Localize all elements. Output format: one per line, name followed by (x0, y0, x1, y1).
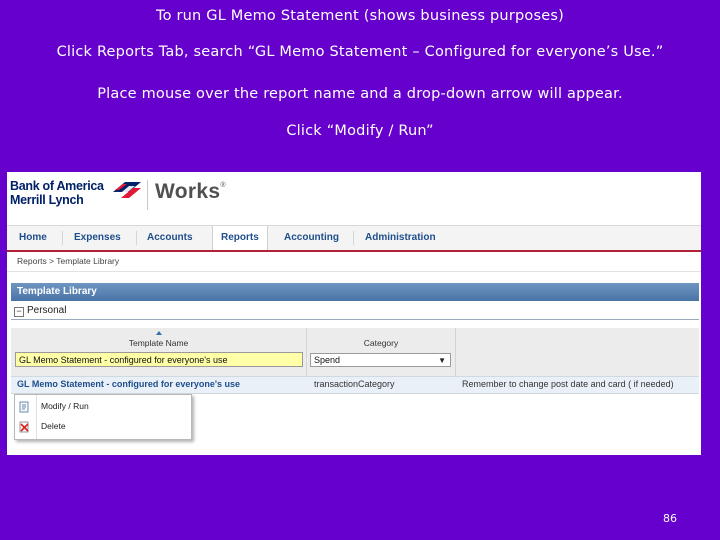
breadcrumb-divider (7, 271, 701, 272)
report-note: Remember to change post date and card ( … (462, 379, 674, 389)
works-screenshot: Bank of America Merrill Lynch Works® Hom… (7, 172, 701, 455)
product-name: Works® (155, 180, 226, 203)
flag-logo-icon (113, 182, 141, 198)
table-row[interactable]: GL Memo Statement - configured for every… (11, 376, 699, 394)
report-name-link[interactable]: GL Memo Statement - configured for every… (17, 379, 240, 389)
brand-header: Bank of America Merrill Lynch Works® (7, 172, 701, 222)
nav-administration[interactable]: Administration (365, 226, 436, 250)
personal-group-label: Personal (27, 305, 67, 316)
personal-group: − Personal (11, 305, 699, 320)
instruction-click: Click “Modify / Run” (286, 123, 434, 139)
report-context-menu: Modify / Run Delete (14, 394, 192, 440)
collapse-icon[interactable]: − (14, 307, 24, 317)
slide-title: To run GL Memo Statement (shows business… (156, 8, 564, 24)
nav-reports[interactable]: Reports (212, 226, 268, 250)
report-category: transactionCategory (314, 379, 395, 389)
brand-line-1: Bank of America (10, 179, 104, 193)
extra-column-header (456, 328, 699, 376)
nav-accounts[interactable]: Accounts (147, 226, 193, 250)
template-name-header-label: Template Name (128, 338, 189, 348)
category-filter-select[interactable]: Spend ▼ (310, 353, 451, 367)
nav-separator (353, 231, 354, 245)
menu-label-delete: Delete (41, 421, 66, 431)
nav-accounting[interactable]: Accounting (284, 226, 339, 250)
brand-line-2: Merrill Lynch (10, 193, 84, 207)
nav-expenses[interactable]: Expenses (74, 226, 121, 250)
dropdown-arrow-icon: ▼ (438, 356, 446, 365)
main-nav: Home Expenses Accounts Reports Accountin… (7, 225, 701, 252)
menu-item-delete[interactable]: Delete (15, 417, 191, 437)
category-selected-value: Spend (314, 355, 341, 365)
menu-item-modify-run[interactable]: Modify / Run (15, 397, 191, 417)
nav-separator (136, 231, 137, 245)
page-number: 86 (663, 512, 677, 525)
category-header-label: Category (363, 338, 399, 348)
breadcrumb[interactable]: Reports > Template Library (17, 256, 119, 266)
nav-home[interactable]: Home (19, 226, 47, 250)
nav-separator (62, 231, 63, 245)
template-library-title: Template Library (11, 283, 699, 301)
edit-document-icon (19, 401, 29, 413)
menu-label-modify-run: Modify / Run (41, 401, 89, 411)
brand-divider (147, 180, 148, 210)
sort-ascending-icon (155, 331, 162, 335)
template-name-filter-input[interactable]: GL Memo Statement - configured for every… (15, 352, 303, 367)
category-column-header[interactable]: Category (307, 328, 456, 376)
delete-icon (19, 421, 29, 433)
instruction-search: Click Reports Tab, search “GL Memo State… (56, 44, 664, 60)
bank-logo-text: Bank of America Merrill Lynch (10, 179, 104, 207)
instruction-hover: Place mouse over the report name and a d… (97, 86, 623, 102)
